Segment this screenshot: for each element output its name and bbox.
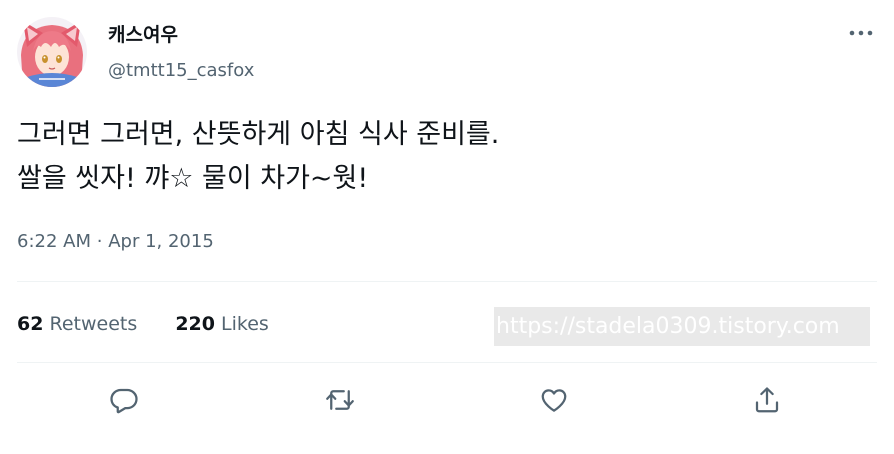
share-icon [755,387,779,413]
more-icon [849,30,873,36]
likes-label: Likes [221,313,269,335]
retweet-button[interactable] [320,380,360,420]
tweet-timestamp: 6:22 AM · Apr 1, 2015 [17,229,214,255]
tweet-time[interactable]: 6:22 AM [17,231,91,252]
tweet-date[interactable]: Apr 1, 2015 [108,231,214,252]
divider [17,362,877,363]
like-icon [541,389,567,412]
tweet-text: 그러면 그러면, 산뜻하게 아침 식사 준비를. 쌀을 씻자! 꺄☆ 물이 차가… [17,113,877,201]
watermark: https://stadela0309.tistory.com [494,307,870,346]
anime-avatar-icon [17,17,87,87]
meta-separator: · [96,231,103,252]
tweet-stats: 62 Retweets 220 Likes [17,310,269,338]
retweets-label: Retweets [49,313,138,335]
like-button[interactable] [534,380,574,420]
reply-button[interactable] [104,380,144,420]
retweet-icon [326,390,354,410]
user-handle[interactable]: @tmtt15_casfox [108,58,254,84]
tweet-text-line: 그러면 그러면, 산뜻하게 아침 식사 준비를. [17,119,500,150]
divider [17,281,877,282]
likes-count: 220 [175,313,215,335]
more-button[interactable] [838,18,884,48]
display-name[interactable]: 캐스여우 [108,22,178,48]
retweets-stat[interactable]: 62 Retweets [17,310,137,338]
retweets-count: 62 [17,313,44,335]
avatar[interactable] [17,17,87,87]
reply-icon [110,388,138,414]
tweet-text-line: 쌀을 씻자! 꺄☆ 물이 차가~웟! [17,163,369,194]
likes-stat[interactable]: 220 Likes [175,310,269,338]
share-button[interactable] [747,380,787,420]
